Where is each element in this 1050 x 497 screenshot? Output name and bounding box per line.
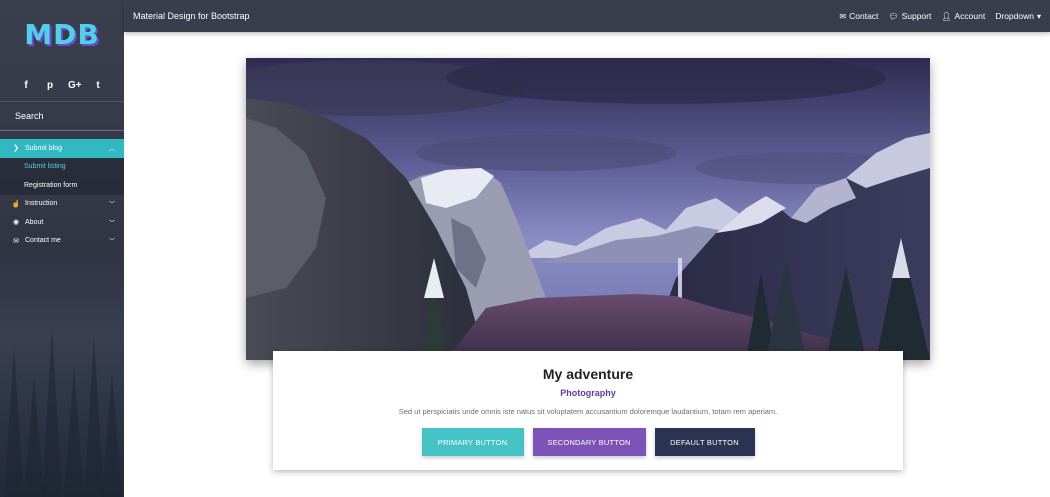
comments-icon: 💬︎ [888,11,899,21]
search-label: Search [15,111,44,121]
hand-icon: ☝ [11,200,21,208]
card-buttons: PRIMARY BUTTON SECONDARY BUTTON DEFAULT … [273,428,903,456]
chevron-down-icon: ﹀ [108,239,115,246]
secondary-button[interactable]: SECONDARY BUTTON [532,428,646,456]
mdb-logo[interactable]: MDB [0,18,124,51]
sidebar-item-label: About [25,218,44,226]
sidebar-subitem-registration-form[interactable]: Registration form [0,176,124,195]
sidebar-item-submit-blog[interactable]: ❯ Submit blog ︿ [0,139,124,158]
sidebar-forest-background [0,250,124,497]
twitter-icon[interactable]: t [92,80,104,91]
pinterest-icon[interactable]: p [44,80,56,91]
nav-link-label: Dropdown [995,11,1034,21]
nav-link-label: Account [954,11,986,21]
user-icon: 👤︎ [941,11,952,21]
card-title: My adventure [542,366,634,382]
chevron-down-icon: ﹀ [108,220,115,227]
sidebar: MDB f p G+ t Search ❯ Submit blog ︿ Subm… [0,0,124,497]
sidebar-item-label: Submit blog [25,144,62,152]
navbar-links: ✉ Contact 💬︎ Support 👤︎ Account Dropdown… [839,11,1041,21]
adventure-card: My adventure Photography Sed ut perspici… [273,351,903,470]
card-subtitle: Photography [560,388,616,398]
nav-dropdown[interactable]: Dropdown ▾ [995,11,1041,21]
google-plus-icon[interactable]: G+ [68,80,82,91]
social-links: f p G+ t [0,80,124,91]
sidebar-item-instruction[interactable]: ☝ Instruction ﹀ [0,195,124,214]
card-text: Sed ut perspiciatis unde omnis iste natu… [398,407,778,416]
chevron-down-icon: ﹀ [108,202,115,209]
sidebar-item-label: Instruction [25,200,58,208]
primary-button[interactable]: PRIMARY BUTTON [421,428,524,456]
caret-down-icon: ▾ [1036,11,1041,21]
sidebar-item-label: Contact me [25,237,61,245]
mountain-landscape-illustration [246,58,930,360]
nav-link-label: Contact [849,11,879,21]
submenu-submit-blog: Submit listing Registration form [0,157,124,195]
sidebar-menu: ❯ Submit blog ︿ Submit listing Registrat… [0,139,124,250]
facebook-icon[interactable]: f [20,80,32,91]
sidebar-search[interactable]: Search [0,101,124,131]
envelope-icon: ✉ [13,237,19,245]
nav-link-account[interactable]: 👤︎ Account [941,11,985,21]
sidebar-item-about[interactable]: ◉ About ﹀ [0,213,124,232]
hero-image [246,58,930,360]
chevron-up-icon: ︿ [108,146,115,153]
eye-icon: ◉ [12,219,20,227]
navbar-brand[interactable]: Material Design for Bootstrap [133,11,839,21]
top-navbar: Material Design for Bootstrap ✉ Contact … [124,0,1050,32]
nav-link-contact[interactable]: ✉ Contact [839,11,878,21]
chevron-right-icon: ❯ [13,145,19,153]
default-button[interactable]: DEFAULT BUTTON [654,428,755,456]
envelope-icon: ✉ [839,11,847,21]
sidebar-item-contact-me[interactable]: ✉ Contact me ﹀ [0,232,124,251]
sidebar-subitem-submit-listing[interactable]: Submit listing [0,158,124,177]
nav-link-label: Support [901,11,932,21]
nav-link-support[interactable]: 💬︎ Support [888,11,931,21]
